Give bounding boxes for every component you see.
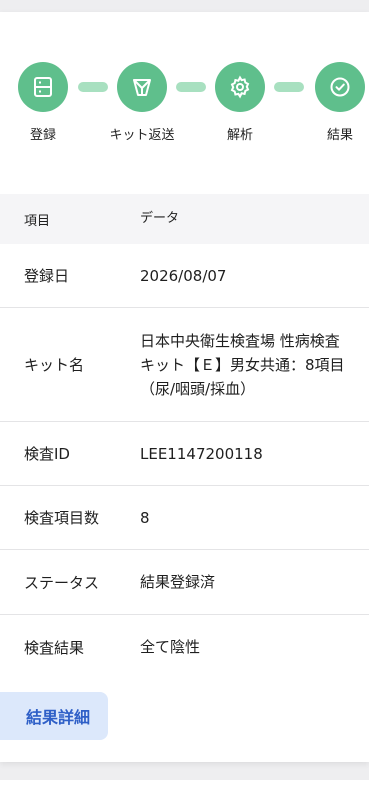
row-key: 検査結果	[24, 638, 85, 657]
result-detail-button[interactable]: 結果詳細	[0, 692, 108, 740]
table-row: ステータス 結果登録済	[0, 550, 369, 615]
row-key: 登録日	[24, 267, 70, 285]
check-circle-icon	[315, 62, 365, 112]
step-return-kit: キット返送	[102, 62, 182, 143]
table-row: キット名 日本中央衛生検査場 性病検査キット【Ｅ】男女共通：8項目（尿/咽頭/採…	[0, 308, 369, 422]
step-label: 解析	[226, 128, 253, 143]
step-label: キット返送	[109, 128, 175, 143]
header-value: データ	[140, 211, 180, 226]
table-row: 検査項目数 8	[0, 486, 369, 550]
row-key: ステータス	[24, 573, 100, 592]
step-label: 結果	[326, 128, 353, 143]
gear-icon	[215, 62, 265, 112]
register-icon	[18, 62, 68, 112]
table-row: 検査結果 全て陰性	[0, 615, 369, 679]
step-analysis: 解析	[200, 62, 280, 143]
progress-stepper: 登録 キット返送 解析 結果	[0, 62, 369, 152]
table-row: 検査ID LEE1147200118	[0, 422, 369, 486]
row-key: 検査項目数	[24, 509, 100, 527]
step-register: 登録	[3, 62, 83, 143]
row-value: 8	[140, 508, 150, 527]
step-label: 登録	[29, 128, 56, 143]
row-value: 2026/08/07	[140, 266, 227, 285]
result-card: 登録 キット返送 解析 結果 項目 データ 登録日 2026/08/07 キット…	[0, 12, 369, 762]
row-key: 検査ID	[24, 445, 70, 463]
table-row: 登録日 2026/08/07	[0, 244, 369, 308]
row-value: 日本中央衛生検査場 性病検査キット【Ｅ】男女共通：8項目（尿/咽頭/採血）	[140, 331, 345, 398]
table-header: 項目 データ	[0, 194, 369, 244]
next-card-edge	[0, 780, 369, 800]
return-kit-icon	[117, 62, 167, 112]
row-key: キット名	[24, 356, 85, 374]
row-value: 結果登録済	[140, 573, 216, 591]
inspection-table: 項目 データ 登録日 2026/08/07 キット名 日本中央衛生検査場 性病検…	[0, 194, 369, 679]
row-value: 全て陰性	[140, 638, 201, 656]
step-result: 結果	[300, 62, 369, 143]
header-key: 項目	[24, 213, 51, 229]
row-value: LEE1147200118	[140, 444, 263, 463]
